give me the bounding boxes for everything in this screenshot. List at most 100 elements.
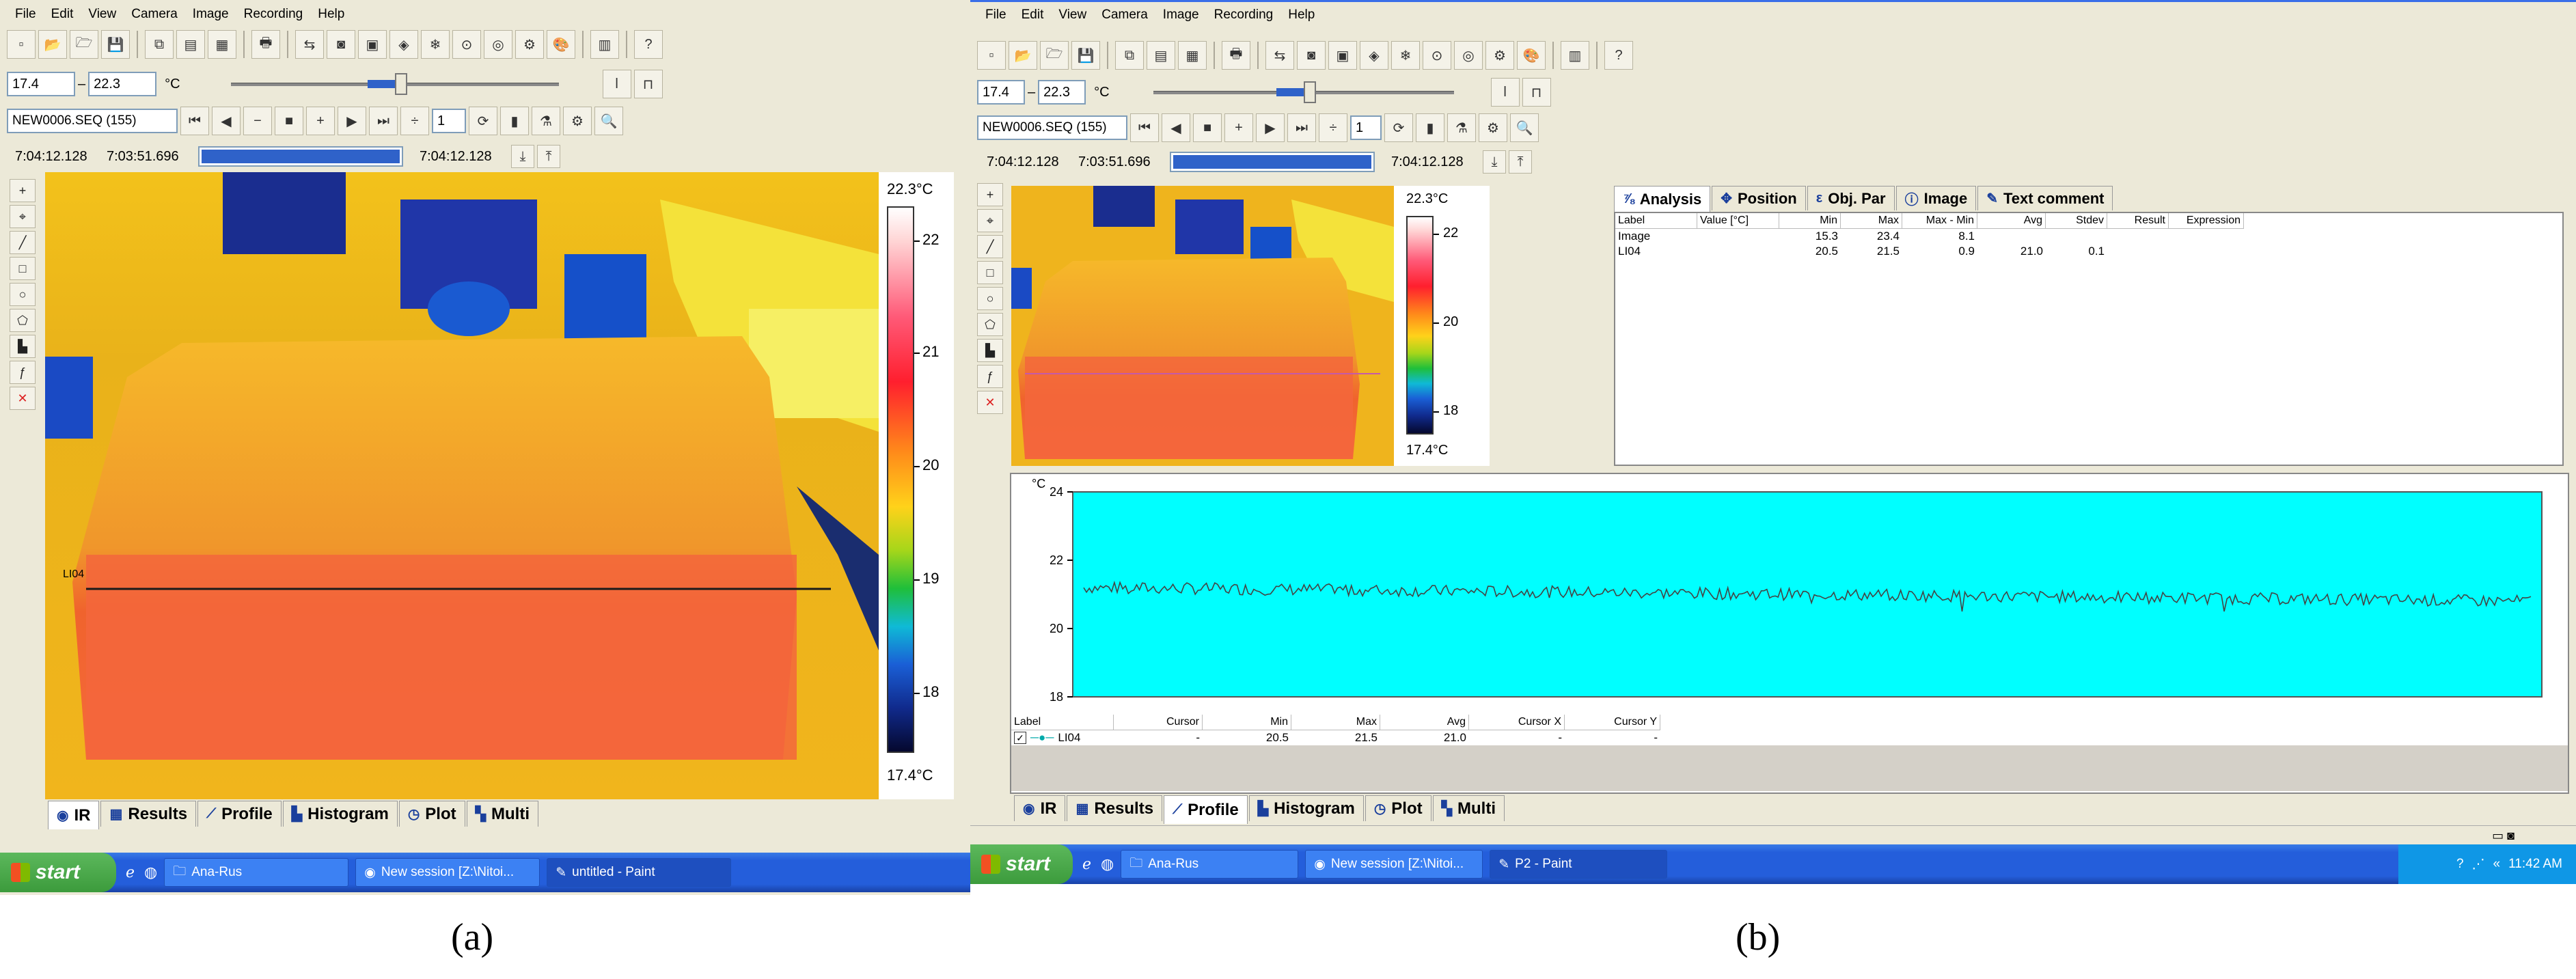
max-temp-input[interactable]: 22.3 (88, 72, 157, 96)
slider-thumb[interactable] (394, 73, 407, 95)
prev-frame-icon[interactable]: ◀ (1162, 113, 1190, 142)
connect-icon[interactable]: ⇆ (1265, 41, 1294, 70)
prev-frame-icon[interactable]: ◀ (212, 107, 241, 135)
help-tray-icon[interactable]: ? (2456, 857, 2464, 872)
line-tool-icon[interactable]: ╱ (977, 235, 1003, 258)
first-frame-icon[interactable]: ⏮ (180, 107, 209, 135)
tab-histogram[interactable]: ▙ Histogram (282, 801, 398, 827)
camera-icon[interactable]: ◙ (327, 30, 355, 59)
mark-end-icon[interactable]: ⤒ (537, 145, 560, 168)
open-sequence-icon[interactable]: 🗁 (1040, 41, 1069, 70)
tab-obj-par[interactable]: ε Obj. Par (1807, 186, 1895, 210)
print-icon[interactable]: 🖶 (251, 30, 280, 59)
isotherm-tool-icon[interactable]: ▙ (977, 339, 1003, 362)
settings-icon[interactable]: ⚙ (1485, 41, 1514, 70)
column-header[interactable]: Value [°C] (1697, 213, 1779, 229)
next-frame-icon[interactable]: ▶ (1256, 113, 1285, 142)
spot-tool-icon[interactable]: ⌖ (10, 205, 36, 228)
delete-tool-icon[interactable]: ✕ (977, 391, 1003, 414)
menu-image[interactable]: Image (187, 5, 234, 23)
color-scale[interactable] (1406, 216, 1434, 435)
record-icon[interactable]: ▮ (500, 107, 529, 135)
column-header[interactable]: Stdev (2046, 213, 2107, 229)
quicklaunch-icon[interactable]: ◍ (1101, 855, 1114, 873)
copy-icon[interactable]: ⧉ (145, 30, 174, 59)
table-row[interactable]: Image 15.3 23.4 8.1 (1615, 229, 2562, 244)
report-icon[interactable]: ▤ (176, 30, 205, 59)
menu-help[interactable]: Help (1283, 6, 1320, 24)
menu-recording[interactable]: Recording (238, 5, 309, 23)
menu-view[interactable]: View (83, 5, 122, 23)
table-row[interactable]: ✓ ─●─ LI04 - 20.5 21.5 21.0 - - (1011, 730, 2568, 745)
polygon-tool-icon[interactable]: ⬠ (10, 309, 36, 332)
auto-adjust-icon[interactable]: ǀ (602, 70, 631, 98)
menu-help[interactable]: Help (312, 5, 350, 23)
color-palette-icon[interactable]: 🎨 (1517, 41, 1546, 70)
column-header[interactable]: Label (1011, 715, 1114, 730)
taskbar-item[interactable]: ✎ P2 - Paint (1490, 850, 1668, 879)
menu-edit[interactable]: Edit (1016, 6, 1050, 24)
menu-camera[interactable]: Camera (126, 5, 183, 23)
snowflake-icon[interactable]: ❄ (1391, 41, 1420, 70)
column-header[interactable]: Max (1291, 715, 1380, 730)
tray-arrow-icon[interactable]: « (2493, 857, 2501, 872)
disc-icon[interactable]: ◎ (1454, 41, 1483, 70)
sequence-select[interactable]: NEW0006.SEQ (155) (977, 115, 1127, 140)
isotherm-tool-icon[interactable]: ▙ (10, 335, 36, 358)
formula-tool-icon[interactable]: ƒ (977, 365, 1003, 388)
auto-adjust-icon[interactable]: ǀ (1490, 78, 1520, 107)
image-icon[interactable]: ▣ (1328, 41, 1357, 70)
palette-icon[interactable]: ◈ (1360, 41, 1388, 70)
ie-icon[interactable]: ℯ (1082, 855, 1091, 873)
export-icon[interactable]: ▦ (208, 30, 236, 59)
tab-ir[interactable]: ◉ IR (48, 801, 100, 829)
taskbar-item[interactable]: ◉ New session [Z:\Nitoi... (1305, 850, 1483, 879)
step-icon[interactable]: ÷ (1319, 113, 1347, 142)
column-header[interactable]: Max - Min (1902, 213, 1977, 229)
focus-icon[interactable]: ⊙ (1423, 41, 1451, 70)
record-icon[interactable]: ▮ (1416, 113, 1444, 142)
help-icon[interactable]: ? (1604, 41, 1633, 70)
column-header[interactable]: Cursor (1114, 715, 1203, 730)
menu-image[interactable]: Image (1157, 6, 1205, 24)
settings-icon[interactable]: ⚙ (515, 30, 544, 59)
connect-icon[interactable]: ⇆ (295, 30, 324, 59)
filter-icon[interactable]: ⚗ (1447, 113, 1476, 142)
filter-icon[interactable]: ⚗ (532, 107, 560, 135)
tab-results[interactable]: ▦ Results (1067, 795, 1163, 821)
rectangle-tool-icon[interactable]: □ (977, 261, 1003, 284)
mark-start-icon[interactable]: ⤓ (511, 145, 534, 168)
tab-results[interactable]: ▦ Results (100, 801, 197, 827)
zoom-icon[interactable]: 🔍 (1510, 113, 1539, 142)
open-icon[interactable]: 📂 (1009, 41, 1037, 70)
table-row[interactable]: LI04 20.5 21.5 0.9 21.0 0.1 (1615, 244, 2562, 259)
tab-profile[interactable]: ⟋ Profile (197, 801, 282, 827)
column-header[interactable]: Min (1203, 715, 1291, 730)
column-header[interactable]: Avg (1977, 213, 2046, 229)
polygon-tool-icon[interactable]: ⬠ (977, 313, 1003, 336)
range-slider[interactable] (1153, 80, 1454, 105)
menu-file[interactable]: File (980, 6, 1012, 24)
refresh-icon[interactable]: ⟳ (469, 107, 497, 135)
clock[interactable]: 11:42 AM (2508, 857, 2562, 872)
quicklaunch-icon[interactable]: ◍ (144, 864, 157, 881)
sequence-icon[interactable]: ▥ (1561, 41, 1589, 70)
tab-analysis[interactable]: ⅞ Analysis (1614, 186, 1711, 212)
next-frame-icon[interactable]: ▶ (338, 107, 366, 135)
image-icon[interactable]: ▣ (358, 30, 387, 59)
tab-multi[interactable]: ▚ Multi (466, 801, 538, 827)
range-slider[interactable] (230, 72, 559, 96)
focus-icon[interactable]: ⊙ (452, 30, 481, 59)
menu-camera[interactable]: Camera (1096, 6, 1153, 24)
manual-adjust-icon[interactable]: ⊓ (1522, 78, 1551, 107)
column-header[interactable]: Label (1615, 213, 1697, 229)
mark-start-icon[interactable]: ⤓ (1483, 150, 1506, 174)
time-progress[interactable] (1170, 152, 1375, 172)
new-icon[interactable]: ▫ (977, 41, 1006, 70)
tab-ir[interactable]: ◉ IR (1014, 795, 1066, 821)
column-header[interactable]: Avg (1380, 715, 1469, 730)
help-icon[interactable]: ? (634, 30, 663, 59)
print-icon[interactable]: 🖶 (1222, 41, 1250, 70)
disc-icon[interactable]: ◎ (484, 30, 512, 59)
step-icon[interactable]: ÷ (400, 107, 429, 135)
